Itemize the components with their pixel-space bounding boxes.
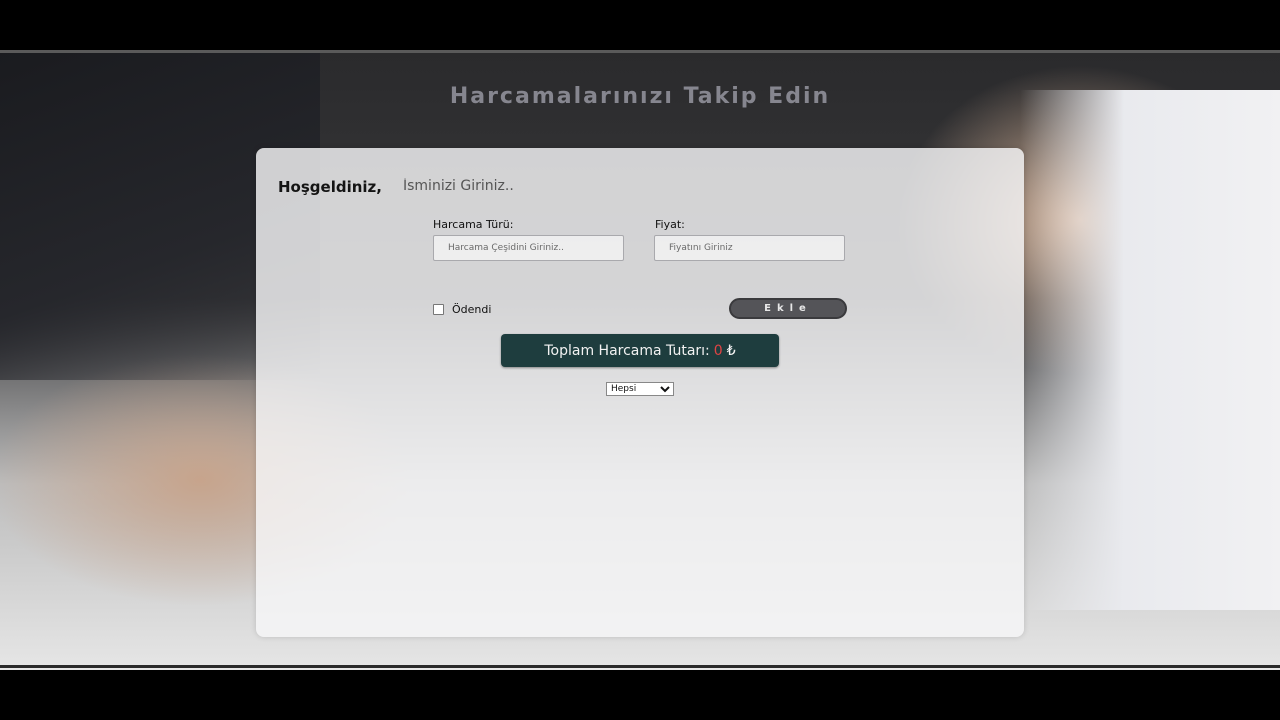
expense-card: Hoşgeldiniz, Harcama Türü: Fiyat: Ödendi… <box>256 148 1024 637</box>
total-value: 0 <box>713 342 723 359</box>
top-divider <box>0 50 1280 53</box>
page-title: Harcamalarınızı Takip Edin <box>449 84 831 109</box>
total-amount-box: Toplam Harcama Tutarı: 0 ₺ <box>501 334 779 367</box>
paid-checkbox-group[interactable]: Ödendi <box>433 303 491 316</box>
paid-checkbox[interactable] <box>433 304 444 315</box>
filter-select[interactable]: Hepsi <box>606 382 674 396</box>
welcome-label: Hoşgeldiniz, <box>278 178 382 196</box>
price-label: Fiyat: <box>655 218 685 231</box>
total-label: Toplam Harcama Tutarı: <box>544 342 710 359</box>
add-button[interactable]: Ekle <box>729 298 847 319</box>
currency-symbol: ₺ <box>726 342 736 359</box>
expense-type-input[interactable] <box>433 235 624 261</box>
expense-type-label: Harcama Türü: <box>433 218 514 231</box>
name-input[interactable] <box>403 175 623 197</box>
bottom-divider <box>0 665 1280 668</box>
paid-label: Ödendi <box>452 303 492 316</box>
price-input[interactable] <box>654 235 845 261</box>
